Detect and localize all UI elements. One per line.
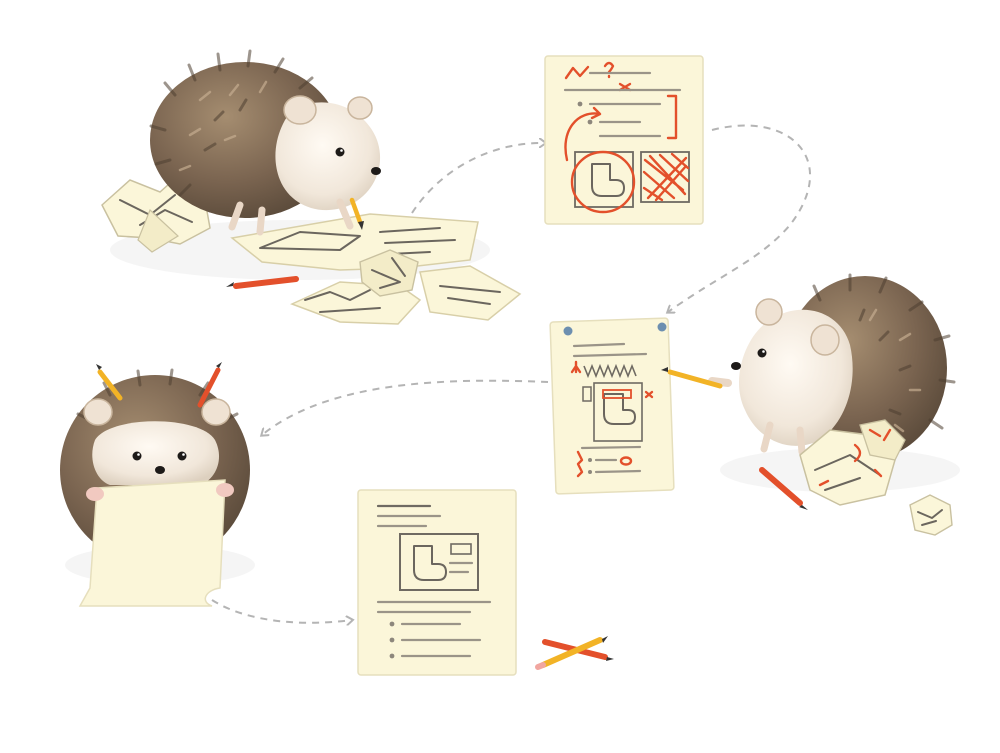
presented-paper (78, 479, 226, 607)
hedgehog-nose (155, 466, 165, 474)
arrow-sketch-to-draft (411, 143, 545, 214)
crossed-pencils (535, 636, 614, 670)
crumpled-paper-ball (909, 494, 953, 536)
hedgehog-nose (731, 362, 741, 370)
pin-left (563, 326, 573, 336)
hedgehog-ear (755, 298, 783, 326)
pin-right (657, 322, 667, 332)
hedgehog-revising-group (661, 273, 960, 536)
hedgehog-ear (83, 398, 113, 426)
arrow-presenting-to-final (211, 599, 352, 623)
hedgehog-eye (132, 451, 142, 461)
hedgehog-eye (177, 451, 187, 461)
hedgehog-eye (757, 348, 767, 358)
hedgehog-presenting-group (60, 362, 255, 607)
hedgehog-nose (371, 167, 381, 175)
hedgehog-face (92, 421, 220, 485)
hedgehog-sketching-group (101, 49, 522, 325)
final-draft (357, 489, 517, 676)
red-pencil-floor (226, 276, 299, 289)
arrow-revision-to-presenting (262, 379, 549, 435)
hedgehog-ear (283, 95, 317, 125)
hedgehog-eye (335, 147, 345, 157)
hedgehog-revising (661, 273, 956, 460)
illustration-canvas (60, 49, 960, 676)
revision-draft (549, 317, 675, 495)
red-marked-draft (544, 55, 704, 225)
